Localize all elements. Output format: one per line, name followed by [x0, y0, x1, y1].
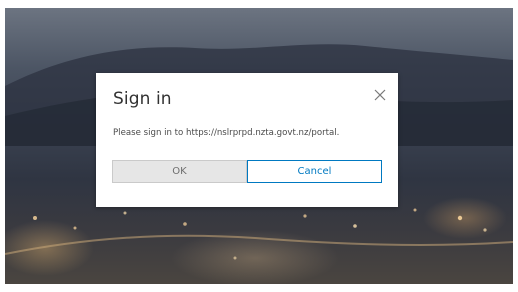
close-icon[interactable] — [372, 87, 388, 103]
background-landscape-image: Sign in Please sign in to https://nslrpr… — [5, 8, 513, 284]
sign-in-dialog: Sign in Please sign in to https://nslrpr… — [96, 73, 398, 207]
dialog-message: Please sign in to https://nslrprpd.nzta.… — [113, 128, 340, 138]
dialog-title: Sign in — [113, 89, 172, 109]
ok-button[interactable]: OK — [112, 160, 247, 183]
cancel-button[interactable]: Cancel — [247, 160, 382, 183]
